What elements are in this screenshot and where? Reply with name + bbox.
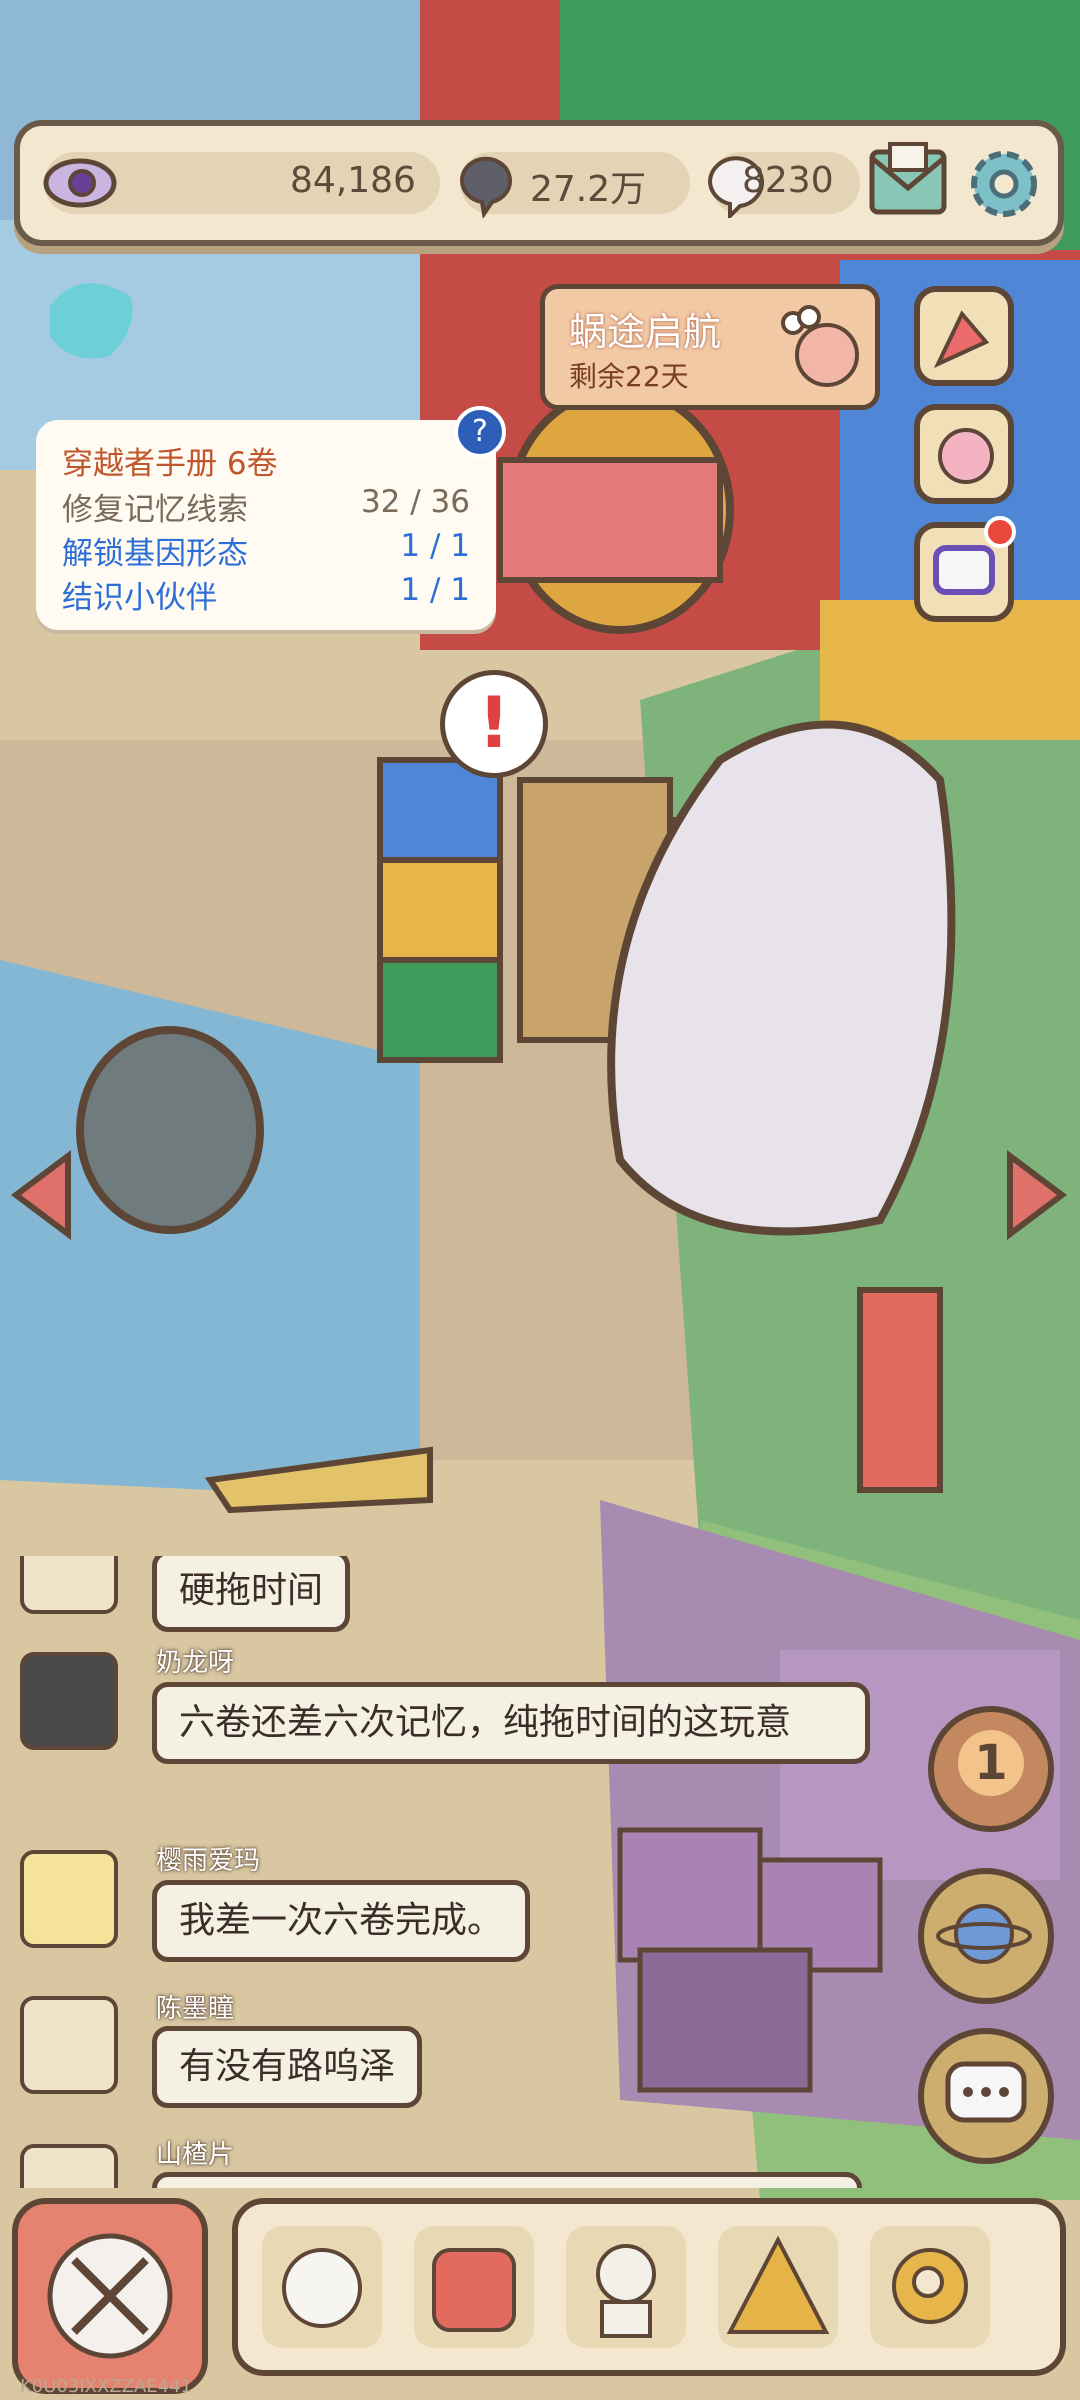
- chat-username: 陈墨瞳: [156, 1994, 235, 2024]
- quest-item-label: 解锁基因形态: [62, 536, 248, 572]
- avatar[interactable]: [20, 1996, 118, 2094]
- quest-panel[interactable]: 穿越者手册 6卷 修复记忆线索 32 / 36 解锁基因形态 1 / 1 结识小…: [36, 406, 506, 630]
- party-popper-icon: [933, 310, 990, 369]
- chat-bubble: 六卷还差六次记忆，纯拖时间的这玩意: [152, 1682, 870, 1764]
- planet-button[interactable]: [918, 1868, 1054, 2004]
- glowing-artifact-icon: [50, 283, 133, 359]
- nav-bag-button[interactable]: [414, 2226, 534, 2348]
- snail-icon: [781, 305, 859, 387]
- chat-bubble: 硬拖时间: [152, 1556, 351, 1632]
- quest-item-label: 修复记忆线索: [62, 492, 248, 528]
- avatar[interactable]: [20, 2144, 118, 2188]
- quest-item-value: 32 / 36: [360, 484, 470, 520]
- nav-pyramid-button[interactable]: [718, 2226, 838, 2348]
- crossed-swords-icon: [47, 2233, 173, 2359]
- gem-value: 27.2万: [530, 169, 647, 210]
- snail-icon: [938, 428, 994, 484]
- avatar[interactable]: [20, 1652, 118, 1750]
- resource-bar: 84,186 27.2万 8230: [14, 120, 1064, 246]
- counter-badge: 1: [958, 1730, 1024, 1796]
- main-action-button[interactable]: [12, 2198, 208, 2394]
- nav-search-button[interactable]: [870, 2226, 990, 2348]
- eye-value: 84,186: [290, 160, 416, 201]
- chat-bubble: 我差一次六卷完成。: [152, 1880, 531, 1962]
- planet-icon: [936, 1904, 1032, 1964]
- mail-icon[interactable]: [866, 142, 950, 222]
- bottom-nav: [232, 2198, 1066, 2376]
- backpack-icon: [432, 2248, 516, 2332]
- gear-icon[interactable]: [962, 142, 1046, 226]
- event-title: 蜗途启航: [569, 310, 722, 354]
- game-scene: 84,186 27.2万 8230 蜗途启航 剩余22天 穿越者手册 6卷 修复…: [0, 0, 1080, 2400]
- chat-q-button[interactable]: [914, 516, 1016, 622]
- eye-icon: [43, 158, 117, 208]
- chat-button[interactable]: [918, 2028, 1054, 2164]
- arrow-right-icon[interactable]: [1004, 1150, 1068, 1240]
- chat-feed[interactable]: 硬拖时间 奶龙呀 六卷还差六次记忆，纯拖时间的这玩意 樱雨爱玛 我差一次六卷完成…: [0, 1556, 900, 2188]
- notification-dot: [984, 516, 1016, 548]
- chat-icon: [945, 2061, 1027, 2123]
- chat-username: 樱雨爱玛: [156, 1846, 261, 1876]
- quest-item-label: 结识小伙伴: [62, 580, 217, 616]
- nav-pets-button[interactable]: [262, 2226, 382, 2348]
- quest-title: 穿越者手册 6卷: [62, 446, 278, 482]
- event-card[interactable]: 蜗途启航 剩余22天: [540, 284, 880, 410]
- chat-username: 山楂片: [156, 2140, 235, 2170]
- bubble-value: 8230: [742, 160, 834, 201]
- duck-icon: [282, 2248, 362, 2328]
- quest-item-value: 1 / 1: [400, 572, 470, 608]
- event-subtitle: 剩余22天: [569, 360, 689, 393]
- avatar[interactable]: [20, 1850, 118, 1948]
- chat-username: 奶龙呀: [156, 1648, 235, 1678]
- nav-statue-button[interactable]: [566, 2226, 686, 2348]
- pyramid-icon: [726, 2235, 830, 2334]
- avatar[interactable]: [20, 1556, 118, 1614]
- alert-bubble[interactable]: !: [440, 670, 548, 778]
- party-button[interactable]: [914, 286, 1014, 386]
- quest-item-value: 1 / 1: [400, 528, 470, 564]
- gem-icon: [459, 156, 512, 218]
- counter-button[interactable]: 1: [928, 1706, 1054, 1832]
- chat-bubble: 有没有路呜泽: [152, 2026, 423, 2108]
- statue-icon: [596, 2244, 656, 2338]
- chat-bubble: [152, 2172, 862, 2188]
- snail-event-button[interactable]: [914, 404, 1014, 504]
- arrow-left-icon[interactable]: [10, 1150, 74, 1240]
- help-button[interactable]: ?: [454, 406, 506, 458]
- player-id: K0U03IXXZZAE441: [20, 2376, 193, 2397]
- magnifier-icon: [892, 2248, 968, 2324]
